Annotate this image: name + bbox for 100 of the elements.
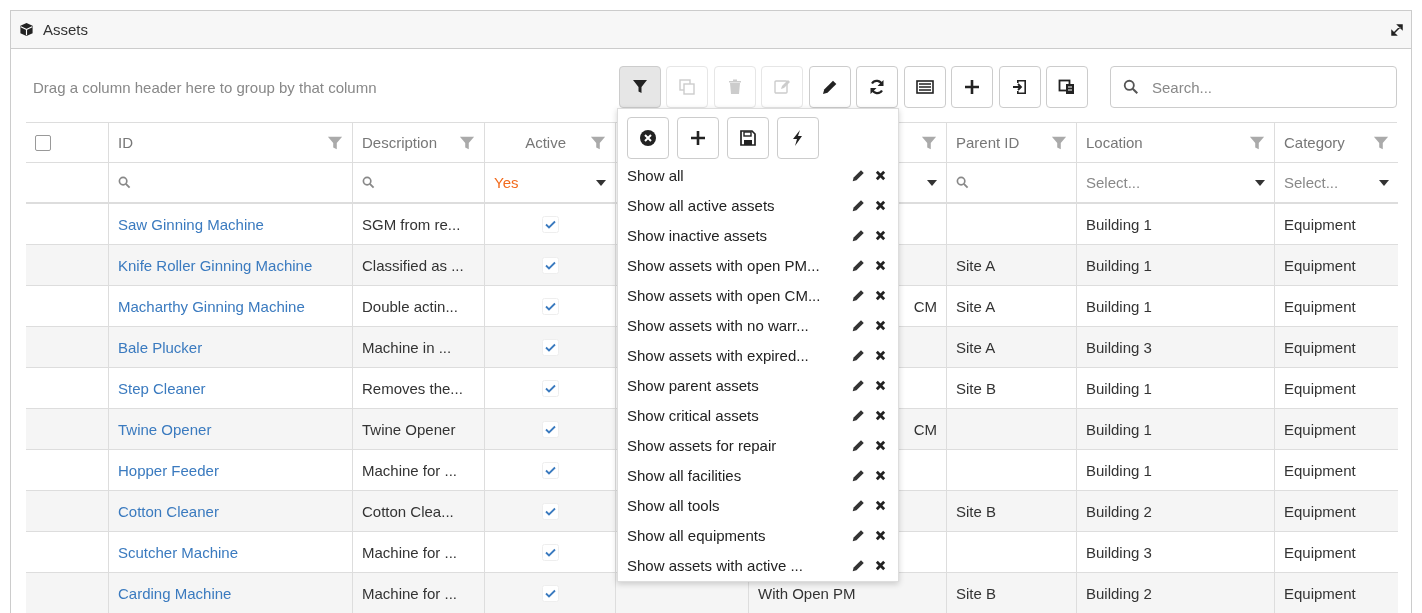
close-icon[interactable] xyxy=(875,289,886,301)
filter-cell[interactable] xyxy=(352,163,484,204)
add-button[interactable] xyxy=(677,117,719,159)
column-header[interactable]: Location xyxy=(1076,123,1274,163)
saved-filter-item[interactable]: Show all active assets xyxy=(627,196,851,214)
caret-icon xyxy=(1379,179,1389,186)
filter-cell[interactable]: Select... xyxy=(1274,163,1398,204)
asset-link[interactable]: Macharthy Ginning Machine xyxy=(118,297,305,315)
close-icon[interactable] xyxy=(875,559,886,571)
pencil-icon xyxy=(820,78,839,96)
search-field[interactable]: Search... xyxy=(1110,66,1397,108)
table-cell: Equipment xyxy=(1274,491,1398,532)
filter-cell[interactable] xyxy=(946,163,1076,204)
saved-filter-item[interactable]: Show all xyxy=(627,166,851,184)
filter-value[interactable]: Yes xyxy=(494,174,519,191)
table-cell: Machine for ... xyxy=(352,573,484,613)
expand-icon[interactable] xyxy=(1391,23,1403,36)
table-cell: Site B xyxy=(946,573,1076,613)
plus-icon xyxy=(689,129,707,147)
table-cell: SGM from re... xyxy=(352,204,484,245)
filter-button[interactable] xyxy=(618,66,661,108)
table-cell: Building 2 xyxy=(1076,573,1274,613)
asset-link[interactable]: Twine Opener xyxy=(118,420,212,438)
caret-icon xyxy=(1255,179,1265,186)
list-icon xyxy=(915,78,934,96)
asset-link[interactable]: Saw Ginning Machine xyxy=(118,215,264,233)
select-placeholder[interactable]: Select... xyxy=(1284,174,1339,191)
table-cell: Equipment xyxy=(1274,409,1398,450)
close-icon[interactable] xyxy=(875,259,886,271)
table-cell: Site B xyxy=(946,368,1076,409)
close-icon[interactable] xyxy=(875,199,886,211)
quick-filter-button[interactable] xyxy=(777,117,819,159)
table-cell: Equipment xyxy=(1274,573,1398,613)
export-button[interactable] xyxy=(1046,66,1088,108)
close-icon[interactable] xyxy=(875,379,886,391)
column-header[interactable]: Description xyxy=(352,123,484,163)
saved-filter-item[interactable]: Show assets with active ... xyxy=(627,556,851,574)
close-icon[interactable] xyxy=(875,469,886,481)
caret-icon xyxy=(927,179,937,186)
table-cell: Building 1 xyxy=(1076,245,1274,286)
table-cell: Building 1 xyxy=(1076,286,1274,327)
saved-filter-item[interactable]: Show parent assets xyxy=(627,376,851,394)
caret-icon xyxy=(596,179,606,186)
list-button[interactable] xyxy=(903,66,946,108)
search-icon xyxy=(118,176,131,189)
asset-link[interactable]: Knife Roller Ginning Machine xyxy=(118,256,313,274)
add-button[interactable] xyxy=(951,66,993,108)
clear-filter-button[interactable] xyxy=(627,117,669,159)
close-icon[interactable] xyxy=(875,529,886,541)
close-icon[interactable] xyxy=(875,319,886,331)
column-header[interactable]: Active xyxy=(484,123,615,163)
close-icon[interactable] xyxy=(875,409,886,421)
saved-filter-item[interactable]: Show all tools xyxy=(627,496,851,514)
table-cell: Equipment xyxy=(1274,245,1398,286)
close-icon[interactable] xyxy=(875,439,886,451)
cube-icon xyxy=(19,22,34,37)
save-icon xyxy=(739,129,757,147)
saved-filter-item[interactable]: Show all facilities xyxy=(627,466,851,484)
asset-link[interactable]: Step Cleaner xyxy=(118,379,206,397)
clear-circle-icon xyxy=(639,129,657,147)
header-label[interactable]: Category xyxy=(1284,134,1345,151)
close-icon[interactable] xyxy=(875,499,886,511)
asset-link[interactable]: Bale Plucker xyxy=(118,338,203,356)
filter-cell[interactable] xyxy=(108,163,352,204)
header-label[interactable]: ID xyxy=(118,134,133,151)
filter-cell[interactable]: Yes xyxy=(484,163,615,204)
save-filter-button[interactable] xyxy=(727,117,769,159)
close-icon[interactable] xyxy=(875,169,886,181)
header-label[interactable]: Description xyxy=(362,134,438,151)
saved-filter-item[interactable]: Show assets with expired... xyxy=(627,346,851,364)
column-header[interactable]: Parent ID xyxy=(946,123,1076,163)
column-header[interactable]: Category xyxy=(1274,123,1398,163)
table-cell: Building 1 xyxy=(1076,450,1274,491)
header-label[interactable]: Active xyxy=(525,134,566,151)
asset-link[interactable]: Hopper Feeder xyxy=(118,461,219,479)
table-cell: Building 2 xyxy=(1076,491,1274,532)
table-cell: Classified as ... xyxy=(352,245,484,286)
saved-filter-item[interactable]: Show assets with open PM... xyxy=(627,256,851,274)
table-cell: Machine for ... xyxy=(352,450,484,491)
asset-link[interactable]: Scutcher Machine xyxy=(118,543,239,561)
column-header[interactable]: ID xyxy=(108,123,352,163)
header-label[interactable]: Location xyxy=(1086,134,1143,151)
table-cell: Equipment xyxy=(1274,532,1398,573)
select-all-checkbox[interactable] xyxy=(35,134,51,151)
asset-link[interactable]: Carding Machine xyxy=(118,584,232,602)
asset-link[interactable]: Cotton Cleaner xyxy=(118,502,219,520)
saved-filter-item[interactable]: Show all equipments xyxy=(627,526,851,544)
filter-icon xyxy=(630,78,649,96)
table-cell: Equipment xyxy=(1274,327,1398,368)
header-label[interactable]: Parent ID xyxy=(956,134,1020,151)
select-placeholder[interactable]: Select... xyxy=(1086,174,1141,191)
pencil-button[interactable] xyxy=(808,66,851,108)
saved-filter-item[interactable]: Show inactive assets xyxy=(627,226,851,244)
close-icon[interactable] xyxy=(875,349,886,361)
import-button[interactable] xyxy=(998,66,1041,108)
refresh-button[interactable] xyxy=(856,66,898,108)
close-icon[interactable] xyxy=(875,229,886,241)
filter-cell[interactable]: Select... xyxy=(1076,163,1274,204)
table-cell: Building 1 xyxy=(1076,368,1274,409)
edit-icon xyxy=(773,78,791,96)
